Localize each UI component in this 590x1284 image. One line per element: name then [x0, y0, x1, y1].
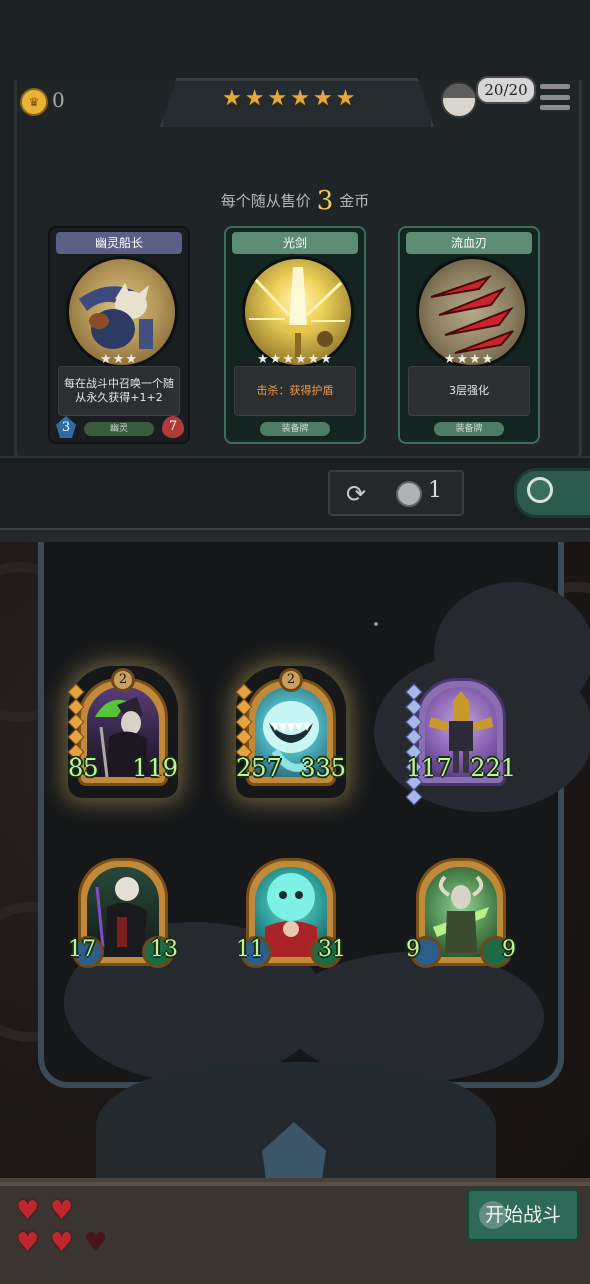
card-type-tag: 装备牌: [434, 422, 504, 436]
card-name: 流血刃: [406, 232, 532, 254]
minion-attack: 257: [236, 754, 282, 782]
card-description: 3层强化: [408, 366, 530, 416]
minion-attack: 17: [68, 937, 96, 962]
board-minion[interactable]: 17 13: [68, 852, 178, 972]
coin-icon: ♛: [20, 88, 48, 116]
star-icon: ★: [312, 86, 333, 111]
minion-health: 9: [502, 937, 516, 962]
heart-empty-icon: ♥: [84, 1228, 108, 1258]
card-description: 每在战斗中召唤一个随从永久获得+1+2: [58, 366, 180, 416]
hamburger-menu-icon[interactable]: [540, 84, 570, 110]
shop-card-bleeding-blade[interactable]: 流血刃 ★★★★ 3层强化 装备牌: [398, 226, 540, 444]
star-icon: ★: [267, 86, 288, 111]
price-suffix: 金币: [339, 192, 370, 210]
board-minion[interactable]: 2 85 119: [67, 668, 178, 792]
minion-pips: [67, 683, 85, 761]
heart-icon: ♥: [50, 1196, 74, 1226]
card-attack: 3: [56, 416, 76, 438]
shop-card-ghost-captain[interactable]: 幽灵船长 ★★★ 每在战斗中召唤一个随从永久获得+1+2 3 幽灵 7: [48, 226, 190, 444]
card-stars: ★★★: [100, 352, 138, 367]
heart-icon: ♥: [50, 1228, 74, 1258]
minion-pips: [235, 683, 253, 761]
minion-level: 2: [279, 668, 303, 692]
minion-health: 31: [318, 937, 346, 962]
player-avatar[interactable]: [441, 82, 477, 118]
start-battle-button[interactable]: 开始战斗: [466, 1188, 580, 1242]
card-description: 击杀：获得护盾: [234, 366, 356, 416]
heart-icon: ♥: [16, 1196, 40, 1226]
lives-indicator: ♥ ♥ ♥ ♥ ♥: [16, 1198, 118, 1256]
magnifier-icon: [527, 477, 553, 503]
board-minion[interactable]: 11 31: [236, 852, 346, 972]
hp-current: 20: [484, 81, 504, 99]
shop-panel: ♛ 0 ★ ★ ★ ★ ★ ★ 20/20 每个随从售价 3 金币 幽灵船长 ★★★: [0, 0, 590, 546]
minion-health: 13: [150, 937, 178, 962]
refresh-shop-button[interactable]: ⟳ 1: [328, 470, 464, 516]
star-dot: [374, 622, 378, 626]
card-health: 7: [162, 416, 184, 438]
minion-attack: 117: [406, 754, 452, 782]
star-icon: ★: [222, 86, 242, 111]
minion-attack: 85: [68, 754, 99, 782]
card-name: 光剑: [232, 232, 358, 254]
card-type-tag: 装备牌: [260, 422, 330, 436]
star-icon: ★: [244, 86, 265, 111]
minion-health: 221: [470, 754, 516, 782]
shop-card-light-sword[interactable]: 光剑 ★★★★★★ 击杀：获得护盾 装备牌: [224, 226, 366, 444]
heart-icon: ♥: [16, 1228, 40, 1258]
sell-price-info: 每个随从售价 3 金币: [0, 186, 590, 216]
minion-attack: 9: [406, 937, 420, 962]
card-name: 幽灵船长: [56, 232, 182, 254]
refresh-cost: 1: [428, 478, 442, 503]
minion-health: 335: [300, 754, 346, 782]
refresh-icon: ⟳: [346, 480, 367, 508]
star-icon: ★: [290, 86, 310, 111]
minion-level: 2: [111, 668, 135, 692]
price-prefix: 每个随从售价: [220, 192, 311, 210]
hp-max: 20: [508, 81, 528, 99]
minion-pips: [405, 683, 423, 806]
board-minion[interactable]: 117 221: [405, 672, 516, 806]
board-minion[interactable]: 9 9: [406, 852, 516, 972]
silver-coin-icon: [396, 481, 422, 507]
player-health: 20/20: [476, 76, 536, 104]
board-minion[interactable]: 2 257 335: [235, 668, 346, 792]
minion-board: [38, 542, 590, 1088]
search-button[interactable]: [514, 468, 590, 518]
star-icon: ★: [335, 86, 356, 111]
tavern-star-rating: ★ ★ ★ ★ ★ ★: [222, 86, 355, 112]
card-tribe-tag: 幽灵: [84, 422, 154, 436]
card-stars: ★★★★: [443, 352, 495, 367]
card-stars: ★★★★★★: [257, 352, 333, 367]
gold-count: 0: [52, 88, 65, 112]
price-value: 3: [316, 186, 334, 216]
minion-attack: 11: [236, 937, 264, 962]
battle-area: 2 85 119 2 257 335 117 221 17 13 11 31 9…: [0, 542, 590, 1280]
minion-health: 119: [132, 754, 178, 782]
